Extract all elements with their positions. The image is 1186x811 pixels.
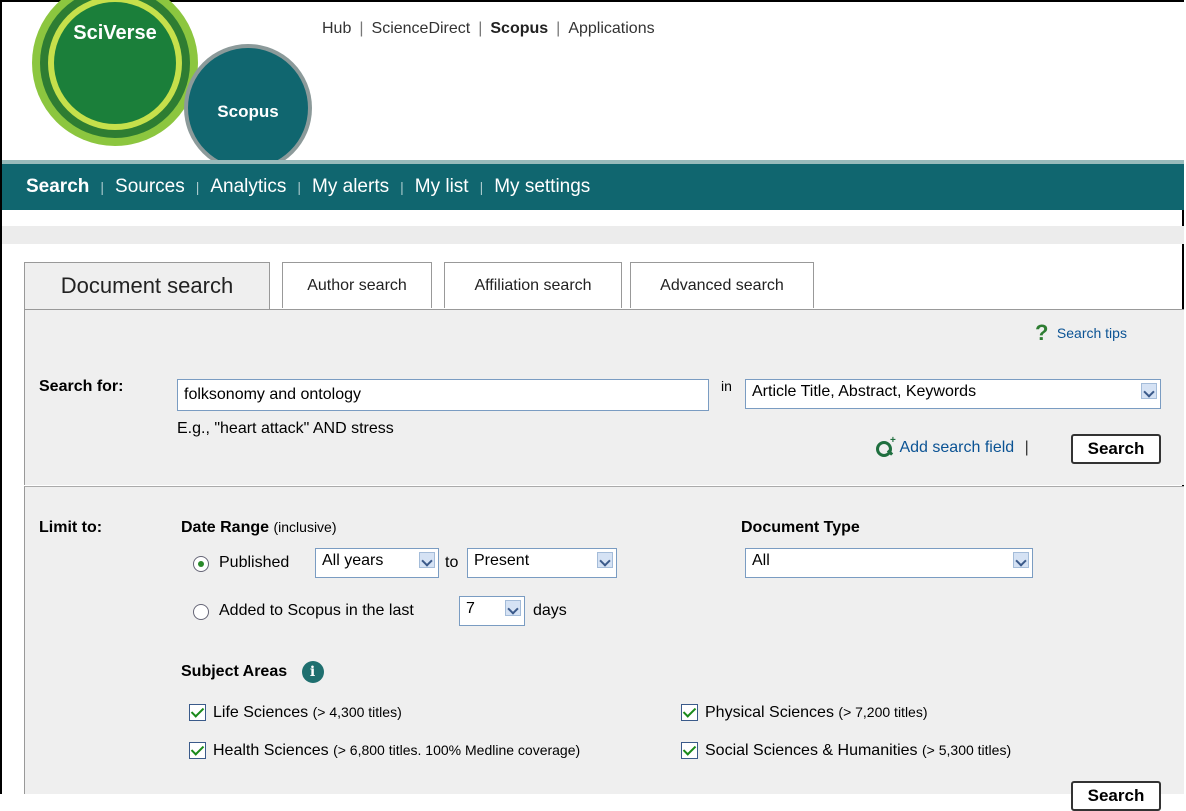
doc-type-label: Document Type xyxy=(741,519,860,536)
from-year-select[interactable]: All years xyxy=(315,548,439,578)
tab-document-search[interactable]: Document search xyxy=(24,262,270,310)
social-sciences-checkbox[interactable] xyxy=(681,742,698,759)
to-year-select[interactable]: Present xyxy=(467,548,617,578)
scopus-logo-text: Scopus xyxy=(217,102,279,121)
search-for-label: Search for: xyxy=(39,378,124,395)
nav-my-list[interactable]: My list xyxy=(415,176,469,197)
social-sciences-note: (> 5,300 titles) xyxy=(922,742,1012,758)
subject-areas-label: Subject Areas xyxy=(181,663,288,681)
added-label: Added to Scopus in the last xyxy=(219,602,414,619)
in-label: in xyxy=(721,378,732,394)
search-tips-label: Search tips xyxy=(1056,325,1127,341)
life-sciences-checkbox[interactable] xyxy=(189,704,206,721)
date-range-note: (inclusive) xyxy=(273,519,337,535)
separator: | xyxy=(1024,439,1029,456)
header: SciVerse Scopus Hub | ScienceDirect | Scopus… xyxy=(2,0,1184,172)
search-button[interactable]: Search xyxy=(1071,434,1161,464)
life-sciences-name: Life Sciences xyxy=(213,704,309,721)
sciverse-logo[interactable]: SciVerse xyxy=(32,0,198,146)
add-search-field-label: Add search field xyxy=(899,439,1015,456)
limit-panel: Limit to: Date Range (inclusive) Publish… xyxy=(24,486,1184,811)
days-select[interactable]: 7 xyxy=(459,596,525,626)
tab-affiliation-search[interactable]: Affiliation search xyxy=(444,262,622,308)
sciverse-logo-text: SciVerse xyxy=(73,22,157,44)
magnifier-plus-icon: + xyxy=(875,435,896,457)
topnav-scopus[interactable]: Scopus xyxy=(490,20,548,37)
added-radio[interactable] xyxy=(193,604,209,620)
health-sciences-note: (> 6,800 titles. 100% Medline coverage) xyxy=(333,742,581,758)
topnav-hub[interactable]: Hub xyxy=(322,20,351,37)
chevron-down-icon xyxy=(419,552,435,568)
search-field-value: Article Title, Abstract, Keywords xyxy=(752,383,977,400)
nav-search[interactable]: Search xyxy=(26,176,89,197)
published-radio[interactable] xyxy=(193,556,209,572)
days-label: days xyxy=(533,602,567,619)
search-tips-link[interactable]: ? Search tips xyxy=(1035,320,1127,346)
bottom-search-button[interactable]: Search xyxy=(1071,781,1161,811)
topnav-applications[interactable]: Applications xyxy=(568,20,654,37)
nav-analytics[interactable]: Analytics xyxy=(210,176,286,197)
physical-sciences-name: Physical Sciences xyxy=(705,704,834,721)
life-sciences-label: Life Sciences (> 4,300 titles) xyxy=(213,704,402,722)
chevron-down-icon xyxy=(1141,383,1157,399)
doc-type-value: All xyxy=(752,552,770,569)
tab-author-search[interactable]: Author search xyxy=(282,262,432,308)
doc-type-select[interactable]: All xyxy=(745,548,1033,578)
health-sciences-name: Health Sciences xyxy=(213,742,329,759)
social-sciences-name: Social Sciences & Humanities xyxy=(705,742,918,759)
subject-areas-heading: Subject Areas i xyxy=(181,661,324,683)
divider-strip xyxy=(2,226,1184,244)
date-range-label: Date Range xyxy=(181,519,270,536)
from-year-value: All years xyxy=(322,552,384,569)
help-question-icon: ? xyxy=(1035,320,1049,345)
topnav-sciencedirect[interactable]: ScienceDirect xyxy=(372,20,471,37)
days-value: 7 xyxy=(466,600,475,617)
physical-sciences-note: (> 7,200 titles) xyxy=(838,704,928,720)
life-sciences-note: (> 4,300 titles) xyxy=(312,704,402,720)
published-label: Published xyxy=(219,554,290,571)
nav-my-alerts[interactable]: My alerts xyxy=(312,176,389,197)
date-range-heading: Date Range (inclusive) xyxy=(181,519,337,537)
to-label: to xyxy=(445,554,459,571)
scopus-logo[interactable]: Scopus xyxy=(184,44,312,172)
main-nav: Search | Sources | Analytics | My alerts | My li… xyxy=(2,160,1184,210)
info-icon[interactable]: i xyxy=(301,661,324,683)
search-input[interactable] xyxy=(177,379,709,411)
health-sciences-checkbox[interactable] xyxy=(189,742,206,759)
nav-my-settings[interactable]: My settings xyxy=(494,176,590,197)
top-nav: Hub | ScienceDirect | Scopus | Applications xyxy=(322,20,655,37)
limit-to-label: Limit to: xyxy=(39,519,103,536)
physical-sciences-checkbox[interactable] xyxy=(681,704,698,721)
chevron-down-icon xyxy=(597,552,613,568)
physical-sciences-label: Physical Sciences (> 7,200 titles) xyxy=(705,704,928,722)
social-sciences-label: Social Sciences & Humanities (> 5,300 ti… xyxy=(705,742,1011,760)
chevron-down-icon xyxy=(1013,552,1029,568)
health-sciences-label: Health Sciences (> 6,800 titles. 100% Me… xyxy=(213,742,580,760)
search-field-select[interactable]: Article Title, Abstract, Keywords xyxy=(745,379,1161,409)
tab-advanced-search[interactable]: Advanced search xyxy=(630,262,814,308)
add-search-field-link[interactable]: + Add search field | xyxy=(875,435,1035,457)
search-panel: ? Search tips Search for: in Article Tit… xyxy=(24,309,1184,485)
to-year-value: Present xyxy=(474,552,530,569)
chevron-down-icon xyxy=(505,600,521,616)
nav-sources[interactable]: Sources xyxy=(115,176,185,197)
search-example: E.g., "heart attack" AND stress xyxy=(177,420,394,437)
